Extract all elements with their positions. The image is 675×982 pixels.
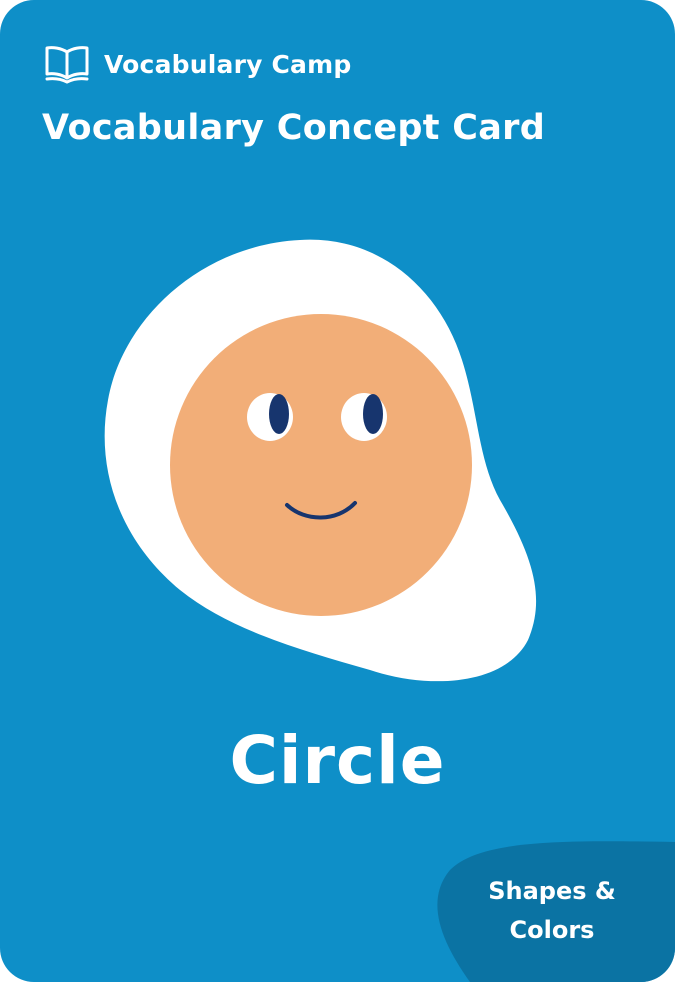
left-eye [247,393,293,441]
card-title: Vocabulary Concept Card [42,108,546,148]
circle-face [170,314,472,616]
right-eye [341,393,387,441]
vocabulary-word: Circle [229,722,446,799]
open-book-icon [45,46,89,84]
brand-header: Vocabulary Camp [44,44,351,84]
vocabulary-card: Vocabulary Camp Vocabulary Concept Card … [0,0,675,982]
category-label-line-2: Colors [509,916,595,944]
white-blob-shape [104,239,537,682]
brand-name: Vocabulary Camp [104,49,352,79]
category-badge: Shapes & Colors [468,872,636,950]
smile-mouth [285,501,357,520]
category-label-line-1: Shapes & [488,877,616,905]
